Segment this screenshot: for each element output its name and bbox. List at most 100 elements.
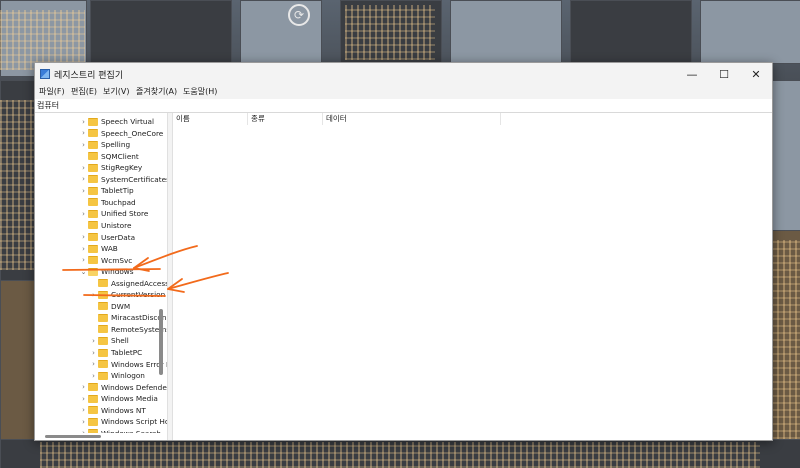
- building-lights: [0, 10, 85, 70]
- tree-item-label: CurrentVersion: [111, 290, 166, 300]
- menu-view[interactable]: 보기(V): [103, 86, 129, 97]
- tree-item[interactable]: MiracastDisconnect: [89, 312, 167, 323]
- address-path: 컴퓨터: [37, 101, 60, 110]
- tree-vertical-scrollbar[interactable]: [159, 309, 163, 375]
- chevron-right-icon[interactable]: ›: [79, 245, 88, 253]
- tree-item[interactable]: › Winlogon: [89, 370, 145, 381]
- tree-item[interactable]: › Speech_OneCore: [79, 128, 163, 139]
- chevron-right-icon[interactable]: ›: [79, 141, 88, 149]
- tree-item-label: Windows Defender: [101, 382, 167, 392]
- tree-item-label: Windows Script Host: [101, 417, 167, 427]
- title-bar[interactable]: 레지스트리 편집기 — ☐ ✕: [35, 63, 772, 85]
- menu-help[interactable]: 도움말(H): [183, 86, 217, 97]
- column-header-data[interactable]: 데이터: [323, 113, 501, 125]
- chevron-right-icon[interactable]: ›: [89, 337, 98, 345]
- menu-file[interactable]: 파일(F): [39, 86, 65, 97]
- tree-item-label: Speech Virtual: [101, 117, 155, 126]
- tree-item[interactable]: › Speech Virtual: [79, 116, 154, 127]
- folder-icon: [88, 244, 98, 253]
- chevron-right-icon[interactable]: ›: [79, 383, 88, 391]
- tree-item[interactable]: › StigRegKey: [79, 162, 142, 173]
- close-icon[interactable]: ✕: [740, 63, 772, 85]
- chevron-right-icon[interactable]: ›: [79, 406, 88, 414]
- tree-item[interactable]: Unistore: [79, 220, 131, 231]
- tree-item[interactable]: SQMClient: [79, 151, 139, 162]
- tree-item[interactable]: › Spelling: [79, 139, 130, 150]
- window-title: 레지스트리 편집기: [54, 71, 124, 81]
- values-list-pane[interactable]: 이름 종류 데이터: [173, 113, 772, 440]
- tree-item[interactable]: ⌄ Windows: [79, 266, 134, 277]
- tree-item[interactable]: › Windows Defender: [79, 382, 167, 393]
- chevron-right-icon[interactable]: ›: [79, 164, 88, 172]
- tree-item[interactable]: › Windows Script Host: [79, 416, 167, 427]
- tree-item[interactable]: › UserData: [79, 232, 135, 243]
- column-header-name[interactable]: 이름: [173, 113, 248, 125]
- tree-item[interactable]: AssignedAccessConfiguration: [89, 278, 167, 289]
- tree-item-label: Windows: [101, 267, 134, 277]
- tree-item[interactable]: › SystemCertificates: [79, 174, 167, 185]
- chevron-right-icon[interactable]: ›: [79, 233, 88, 241]
- folder-icon: [98, 302, 108, 311]
- tree-item-label: UserData: [101, 232, 136, 242]
- tree-item[interactable]: › Shell: [89, 335, 129, 346]
- tree-horizontal-scrollbar[interactable]: [45, 435, 101, 438]
- chevron-right-icon[interactable]: ›: [79, 256, 88, 264]
- key-tree-pane[interactable]: › Speech Virtual › Speech_OneCore › Spelling S…: [35, 113, 167, 433]
- tree-item-label: Unistore: [101, 220, 132, 230]
- chevron-right-icon[interactable]: ›: [79, 210, 88, 218]
- chevron-right-icon[interactable]: ›: [79, 418, 88, 426]
- tree-item[interactable]: › Unified Store: [79, 208, 148, 219]
- tree-item-label: Spelling: [101, 140, 131, 150]
- folder-icon: [88, 417, 98, 426]
- folder-icon: [88, 163, 98, 172]
- tree-item-label: TabletPC: [111, 348, 143, 357]
- chevron-right-icon[interactable]: ›: [79, 118, 88, 126]
- tree-item[interactable]: › WAB: [79, 243, 118, 254]
- maximize-icon[interactable]: ☐: [708, 63, 740, 85]
- tree-item-label: SystemCertificates: [101, 174, 167, 184]
- tree-item-label: Speech_OneCore: [101, 128, 164, 138]
- tree-item[interactable]: › Windows Media: [79, 393, 158, 404]
- chevron-right-icon[interactable]: ›: [79, 175, 88, 183]
- tree-item[interactable]: › Windows NT: [79, 405, 146, 416]
- user-circle-icon[interactable]: ⟳: [288, 4, 310, 26]
- column-header-type[interactable]: 종류: [248, 113, 323, 125]
- menu-favorites[interactable]: 즐겨찾기(A): [136, 86, 177, 97]
- tree-item[interactable]: DWM: [89, 301, 130, 312]
- folder-icon: [88, 406, 98, 415]
- folder-icon: [88, 383, 98, 392]
- tree-item[interactable]: › CurrentVersion: [89, 289, 165, 300]
- menu-edit[interactable]: 편집(E): [71, 86, 97, 97]
- folder-icon: [88, 394, 98, 403]
- chevron-right-icon[interactable]: ›: [79, 129, 88, 137]
- folder-icon: [98, 371, 108, 380]
- tree-item[interactable]: › WcmSvc: [79, 255, 132, 266]
- tree-item-label: Unified Store: [101, 209, 149, 219]
- chevron-down-icon[interactable]: ⌄: [79, 268, 88, 276]
- chevron-right-icon[interactable]: ›: [79, 395, 88, 403]
- tree-item[interactable]: › TabletPC: [89, 347, 142, 358]
- chevron-right-icon[interactable]: ›: [89, 372, 98, 380]
- chevron-right-icon[interactable]: ›: [89, 291, 98, 299]
- folder-icon: [98, 279, 108, 288]
- tree-item[interactable]: ›Windows Error Reporting: [89, 359, 167, 370]
- chevron-right-icon[interactable]: ›: [79, 187, 88, 195]
- tree-item[interactable]: Touchpad: [79, 197, 136, 208]
- folder-icon: [88, 267, 98, 276]
- folder-icon: [98, 290, 108, 299]
- tree-item[interactable]: RemoteSystems: [89, 324, 167, 335]
- minimize-icon[interactable]: —: [676, 63, 708, 85]
- folder-icon: [88, 175, 98, 184]
- folder-icon: [88, 152, 98, 161]
- chevron-right-icon[interactable]: ›: [89, 349, 98, 357]
- building: [90, 0, 232, 67]
- folder-icon: [98, 348, 108, 357]
- folder-icon: [88, 233, 98, 241]
- folder-icon: [88, 117, 98, 126]
- tree-item-label: Shell: [111, 336, 129, 346]
- tree-item[interactable]: › TabletTip: [79, 185, 134, 196]
- folder-icon: [88, 209, 98, 218]
- folder-icon: [88, 198, 98, 207]
- chevron-right-icon[interactable]: ›: [89, 360, 98, 368]
- address-bar[interactable]: 컴퓨터: [35, 99, 772, 113]
